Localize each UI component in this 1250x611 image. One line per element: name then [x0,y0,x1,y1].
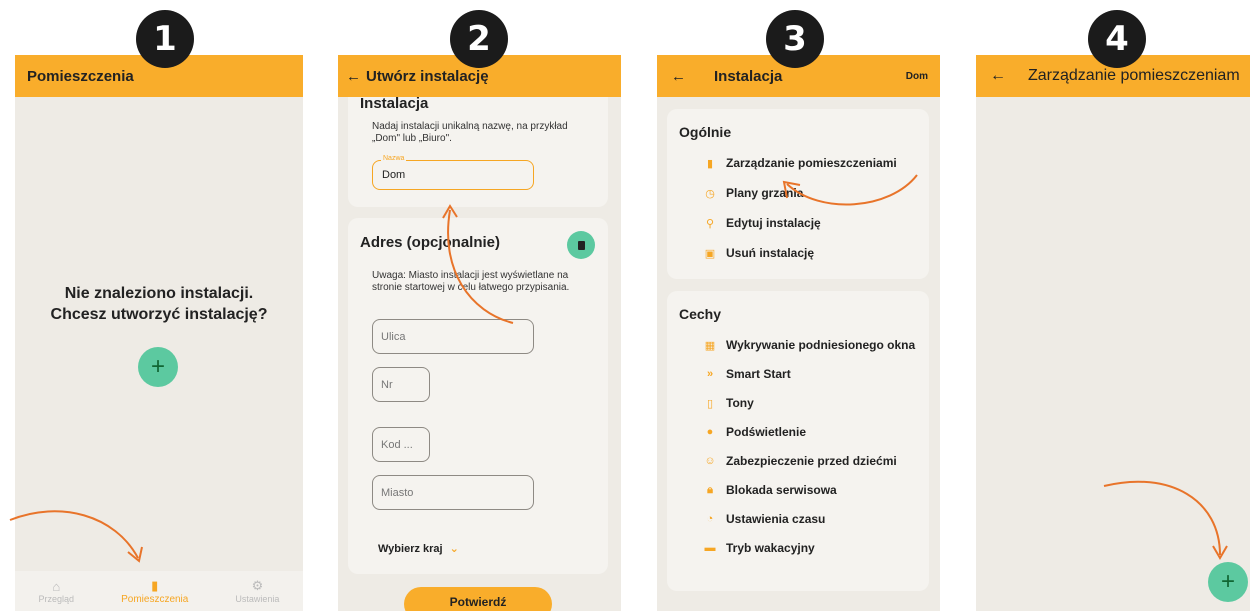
zip-input[interactable]: Kod ... [372,427,430,462]
home-icon: ⌂ [52,578,61,594]
installation-name: Dom [905,70,928,82]
country-label: Wybierz kraj [378,543,443,555]
menu-item-tones[interactable]: ▯ Tony [703,396,754,410]
section-description: Nadaj instalacji unikalną nazwę, na przy… [372,121,568,144]
page-title: Zarządzanie pomieszczeniam [1028,67,1240,84]
lock-icon: 🔒︎ [707,483,713,496]
city-input[interactable]: Miasto [372,475,534,510]
menu-item-edit-installation[interactable]: ⚲ Edytuj instalację [703,216,821,230]
step-badge-4: 4 [1088,10,1146,68]
street-input[interactable]: Ulica [372,319,534,354]
menu-label: Zarządzanie pomieszczeniami [726,156,897,170]
menu-label: Usuń instalację [726,246,815,260]
menu-item-delete-installation[interactable]: ▣ Usuń instalację [703,246,814,260]
screen-room-management: ← Zarządzanie pomieszczeniam + [976,55,1250,611]
menu-label: Plany grzania [726,186,804,200]
nav-label: Przegląd [38,593,75,604]
add-room-button[interactable]: + [1208,562,1248,602]
screen-rooms-empty: Pomieszczenia Nie znaleziono instalacji.… [15,55,303,611]
menu-item-window-detection[interactable]: ▦ Wykrywanie podniesionego okna [703,338,915,352]
step-badge-3: 3 [766,10,824,68]
menu-item-room-management[interactable]: ▮ Zarządzanie pomieszczeniami [703,156,897,170]
empty-message: Nie znaleziono instalacji. Chcesz utworz… [15,283,303,325]
section-title: Cechy [679,306,722,322]
number-input[interactable]: Nr [372,367,430,402]
menu-label: Edytuj instalację [726,216,821,230]
name-field-label: Nazwa [381,155,407,162]
page-title: Instalacja [714,67,783,85]
menu-item-heating-plans[interactable]: ◷ Plany grzania [703,186,803,200]
menu-label: Smart Start [726,367,791,381]
menu-item-smart-start[interactable]: » Smart Start [703,367,791,381]
double-chevron-icon: » [706,368,714,380]
menu-label: Zabezpieczenie przed dziećmi [726,454,897,468]
door-icon: ▮ [706,157,714,170]
nav-label: Pomieszczenia [121,593,189,605]
empty-message-line2: Chcesz utworzyć instalację? [50,306,268,323]
location-pin-icon: ⚲ [705,217,715,230]
menu-label: Tryb wakacyjny [726,541,815,555]
section-title: Adres (opcjonalnie) [360,234,501,251]
general-card: Ogólnie ▮ Zarządzanie pomieszczeniami ◷ Pl… [667,109,929,279]
gear-icon: ⚙ [251,578,264,593]
menu-label: Tony [726,396,754,410]
delete-button[interactable] [567,231,595,259]
trash-icon [577,240,585,250]
child-face-icon: ☺ [704,455,716,467]
menu-label: Podświetlenie [726,425,807,439]
section-description: Uwaga: Miasto instalacji jest wyświetlan… [372,270,570,293]
add-installation-button[interactable]: + [138,347,178,387]
window-icon: ▦ [704,339,716,352]
door-icon: ▮ [151,577,159,593]
zip-placeholder: Kod ... [381,438,413,451]
menu-item-vacation-mode[interactable]: ▬ Tryb wakacyjny [703,541,815,555]
chevron-down-icon: ⌄ [449,543,459,555]
speaker-icon: ▯ [706,397,714,410]
name-field-value: Dom [382,169,406,181]
menu-item-backlight[interactable]: ● Podświetlenie [703,425,806,439]
screen-installation: ← Instalacja Dom Ogólnie ▮ Zarządzanie po… [657,55,940,611]
menu-item-time-settings[interactable]: ◔ Ustawienia czasu [703,512,826,526]
nav-item-settings[interactable]: ⚙ Ustawienia [235,578,279,604]
menu-item-child-lock[interactable]: ☺ Zabezpieczenie przed dziećmi [703,454,897,468]
page-title: Utwórz instalację [366,67,489,85]
screen-create-installation: Instalacja Nadaj instalacji unikalną naz… [338,55,621,611]
menu-item-service-lock[interactable]: 🔒︎ Blokada serwisowa [703,483,837,497]
page-title: Pomieszczenia [27,67,134,85]
nav-item-overview[interactable]: ⌂ Przegląd [39,579,75,604]
installation-card: Instalacja Nadaj instalacji unikalną naz… [348,89,608,207]
street-placeholder: Ulica [381,330,406,343]
menu-label: Wykrywanie podniesionego okna [726,338,916,352]
city-placeholder: Miasto [381,486,414,499]
step-badge-2: 2 [450,10,508,68]
step-badge-1: 1 [136,10,194,68]
name-field[interactable]: Nazwa Dom [372,155,534,190]
section-title: Instalacja [360,95,429,112]
bulb-icon: ● [706,426,714,438]
bottom-nav: ⌂ Przegląd ▮ Pomieszczenia ⚙ Ustawienia [15,571,303,611]
section-title: Ogólnie [679,124,732,140]
nav-label: Ustawienia [235,594,280,604]
menu-label: Blokada serwisowa [726,483,837,497]
stopwatch-icon: ◔ [706,513,714,525]
empty-message-line1: Nie znaleziono instalacji. [64,285,254,302]
back-icon[interactable]: ← [346,68,361,85]
features-card: Cechy ▦ Wykrywanie podniesionego okna » Sm… [667,291,929,591]
address-card: Adres (opcjonalnie) Uwaga: Miasto instal… [348,218,608,574]
back-icon[interactable]: ← [990,67,1006,85]
number-placeholder: Nr [381,378,393,391]
nav-item-rooms[interactable]: ▮ Pomieszczenia [121,578,188,605]
confirm-button[interactable]: Potwierdź [404,587,552,611]
back-icon[interactable]: ← [671,68,686,85]
clock-icon: ◷ [705,187,715,200]
trash-icon: ▣ [704,247,716,260]
confirm-label: Potwierdź [449,595,507,609]
country-select[interactable]: Wybierz kraj ⌄ [378,542,459,555]
menu-label: Ustawienia czasu [726,512,826,526]
suitcase-icon: ▬ [704,542,716,554]
